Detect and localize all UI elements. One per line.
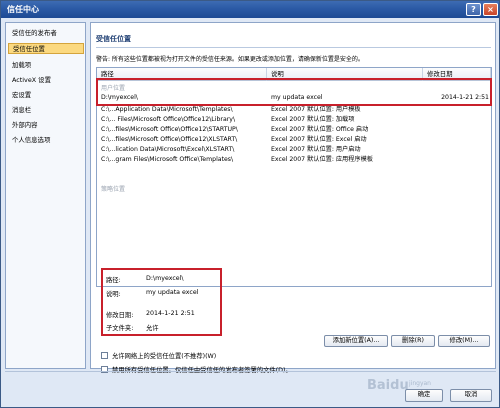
selection-highlight-box [96,78,492,106]
sidebar-item-message-bar[interactable]: 消息栏 [8,105,84,116]
table-row[interactable]: C:\...files\Microsoft Office\Office12\XL… [97,135,491,145]
allow-network-checkbox[interactable]: 允许网络上的受信任位置(不推荐)(W) [101,351,216,360]
checkbox-box[interactable] [101,352,108,359]
sidebar-item-add-ins[interactable]: 加载项 [8,60,84,71]
allow-network-label: 允许网络上的受信任位置(不推荐)(W) [112,353,217,360]
title-bar[interactable]: 信任中心 ? × [1,1,499,18]
sidebar-item-privacy-options[interactable]: 个人信息选项 [8,135,84,146]
table-row[interactable]: C:\... Files\Microsoft Office\Office12\L… [97,115,491,125]
cell-description: Excel 2007 默认位置: 应用程序模板 [271,156,373,163]
ok-button[interactable]: 确定 [405,389,443,402]
sidebar-item-activex[interactable]: ActiveX 设置 [8,75,84,86]
remove-button[interactable]: 删除(R) [391,335,435,347]
main-panel: 受信任位置 警告: 所有这些位置都被视为打开文件的受信任来源。如果更改或添加位置… [90,22,496,369]
warning-text: 警告: 所有这些位置都被视为打开文件的受信任来源。如果更改或添加位置，请确保新位… [96,56,364,63]
table-row[interactable]: C:\...Application Data\Microsoft\Templat… [97,105,491,115]
details-highlight-box [101,268,222,336]
sidebar-item-trusted-locations[interactable]: 受信任位置 [8,43,84,54]
table-row[interactable]: C:\...files\Microsoft Office\Office12\ST… [97,125,491,135]
trust-center-window: 信任中心 ? × 受信任的发布者 受信任位置 加载项 ActiveX 设置 宏设… [0,0,500,408]
cell-description: Excel 2007 默认位置: Excel 启动 [271,136,367,143]
disable-all-checkbox[interactable]: 禁用所有受信任位置。仅信任由受信任的发布者签署的文件(D)。 [101,365,292,374]
sidebar-item-macro-settings[interactable]: 宏设置 [8,90,84,101]
cell-path: C:\...files\Microsoft Office\Office12\XL… [101,136,238,143]
table-row[interactable]: C:\...gram Files\Microsoft Office\Templa… [97,155,491,165]
heading-divider [96,47,491,48]
sidebar: 受信任的发布者 受信任位置 加载项 ActiveX 设置 宏设置 消息栏 外部内… [5,22,86,369]
section-heading: 受信任位置 [96,35,131,43]
sidebar-item-external-content[interactable]: 外部内容 [8,120,84,131]
table-row[interactable]: C:\...lication Data\Microsoft\Excel\XLST… [97,145,491,155]
cell-path: C:\...gram Files\Microsoft Office\Templa… [101,156,234,163]
cell-description: Excel 2007 默认位置: 加载项 [271,116,355,123]
cell-path: C:\... Files\Microsoft Office\Office12\L… [101,116,236,123]
help-icon[interactable]: ? [466,3,481,16]
watermark-sub: jingyan [409,380,431,387]
cell-description: Excel 2007 默认位置: 用户启动 [271,146,361,153]
cell-description: Excel 2007 默认位置: 用户模板 [271,106,361,113]
watermark-logo: Baidu [367,378,409,393]
group-label-policy: 策略位置 [101,186,126,193]
cell-path: C:\...lication Data\Microsoft\Excel\XLST… [101,146,235,153]
modify-button[interactable]: 修改(M)... [438,335,490,347]
window-title: 信任中心 [7,5,39,14]
close-icon[interactable]: × [483,3,498,16]
cancel-button[interactable]: 取消 [450,389,492,402]
footer-divider [5,371,496,372]
cell-path: C:\...files\Microsoft Office\Office12\ST… [101,126,238,133]
cell-description: Excel 2007 默认位置: Office 启动 [271,126,369,133]
add-location-button[interactable]: 添加新位置(A)... [324,335,388,347]
cell-path: C:\...Application Data\Microsoft\Templat… [101,106,233,113]
sidebar-item-trusted-publishers[interactable]: 受信任的发布者 [8,28,84,39]
